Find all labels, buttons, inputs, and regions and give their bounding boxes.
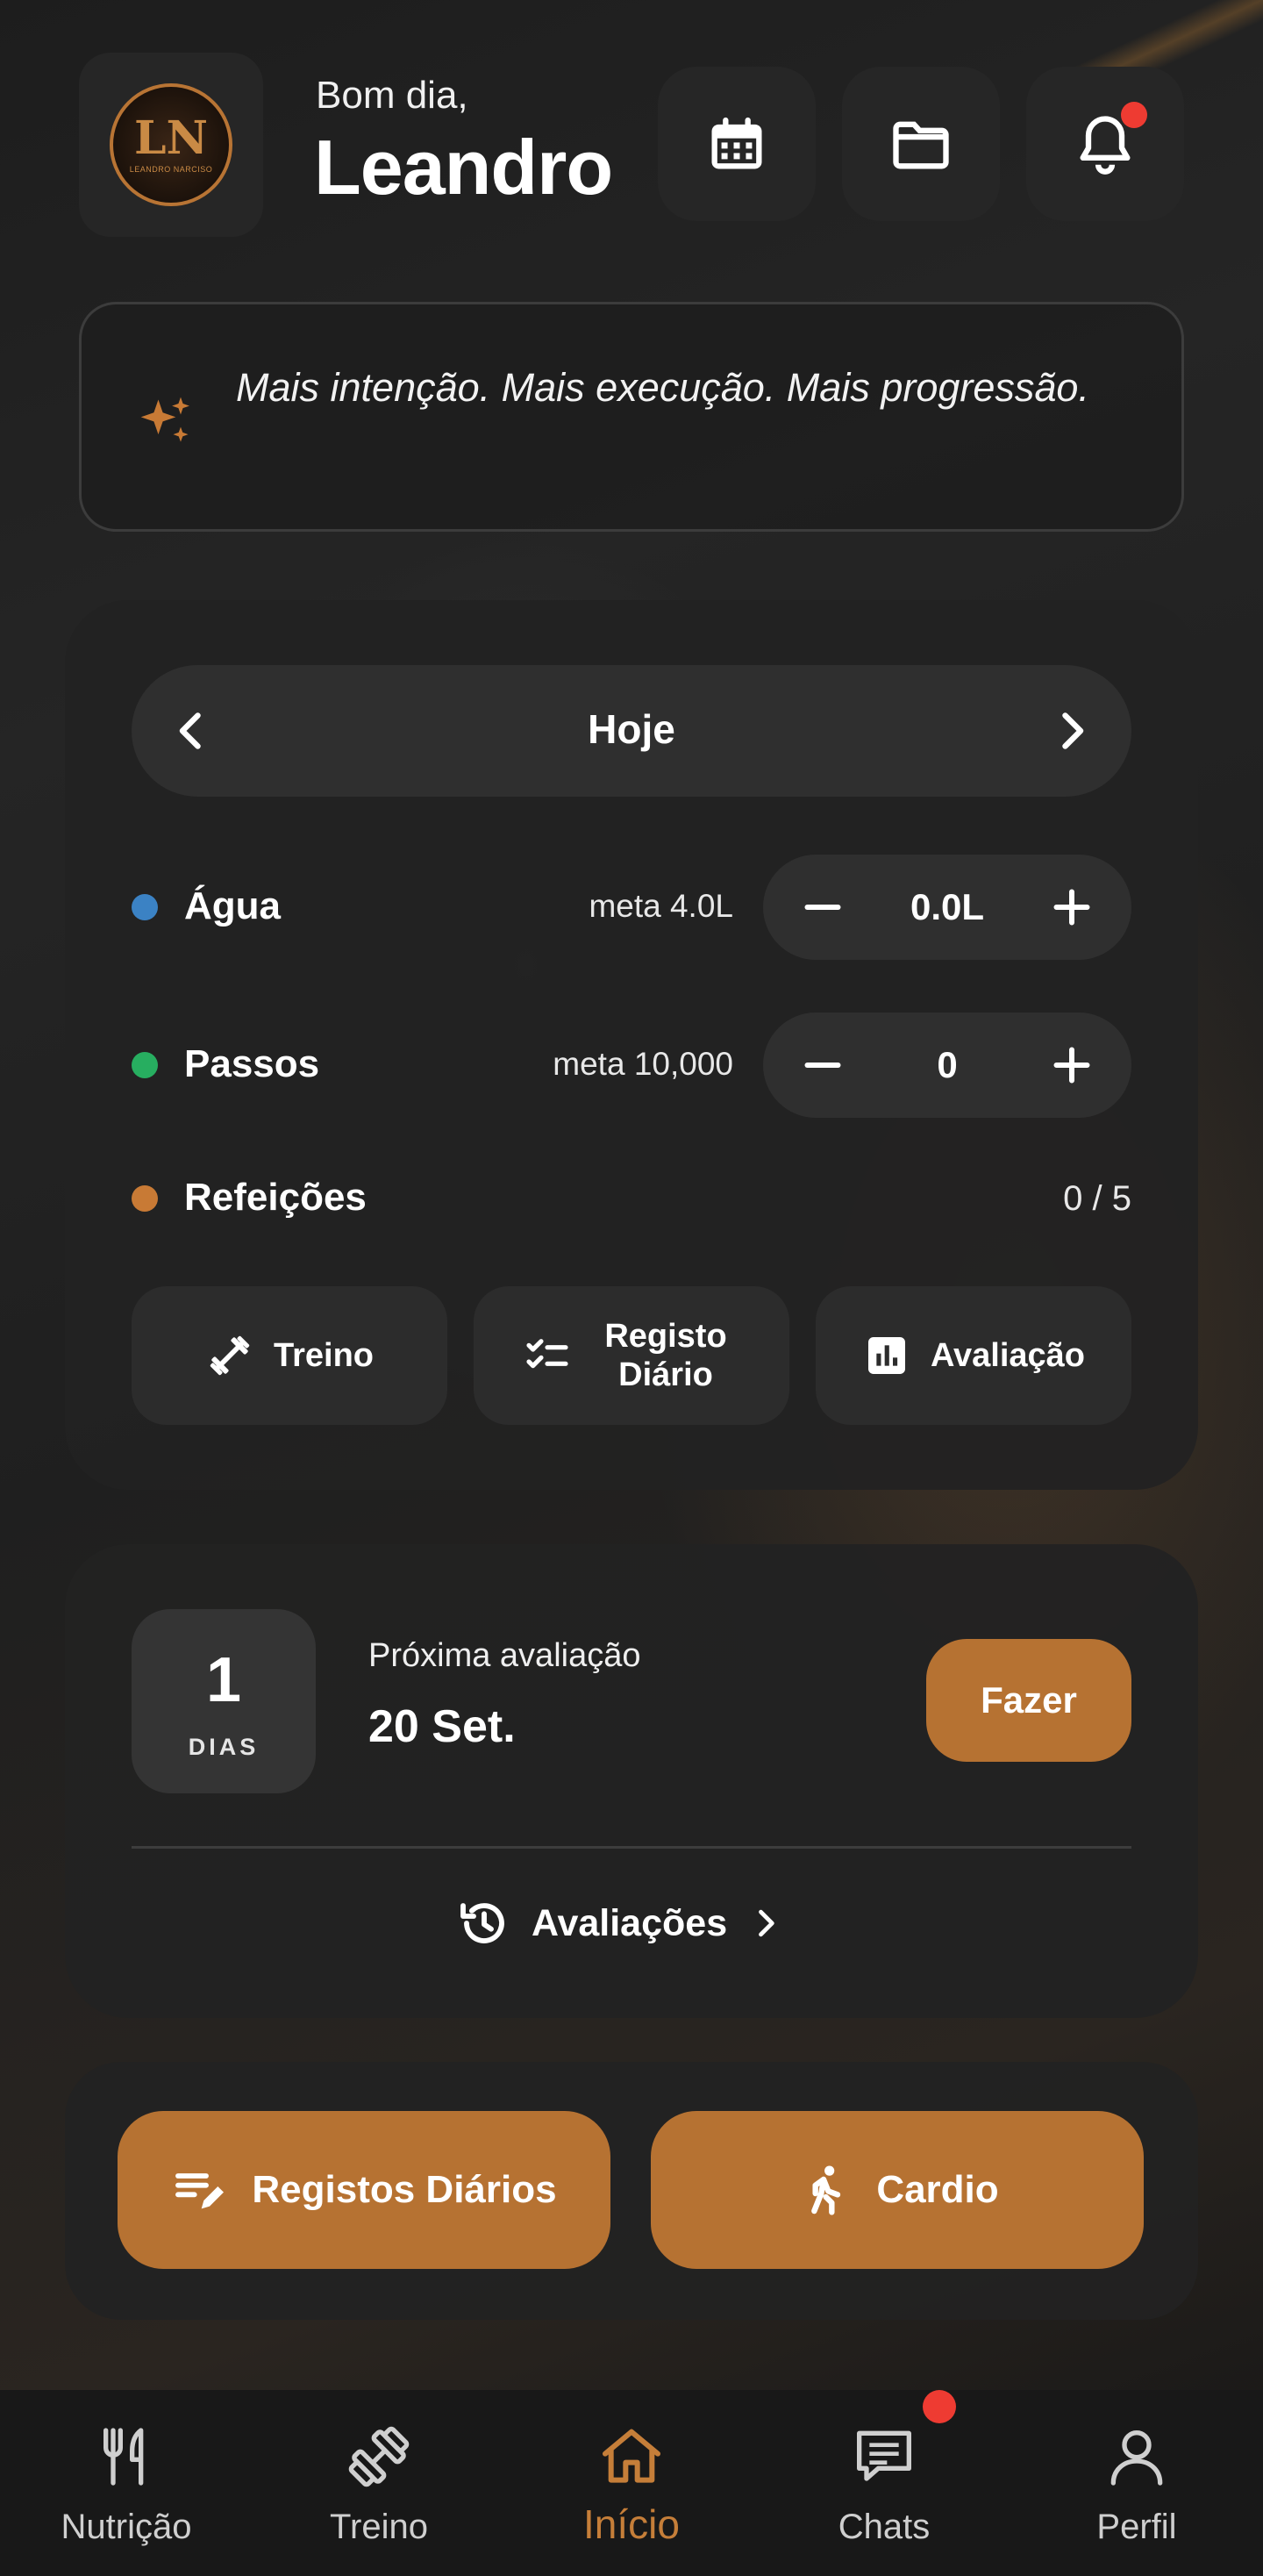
- steps-increase-button[interactable]: [1045, 1039, 1098, 1091]
- water-label: Água: [184, 884, 281, 927]
- steps-goal: meta 10,000: [553, 1046, 733, 1082]
- water-goal: meta 4.0L: [589, 888, 733, 924]
- treino-button[interactable]: Treino: [132, 1286, 447, 1425]
- registos-diarios-label: Registos Diários: [252, 2168, 557, 2211]
- logo-wordmark: LEANDRO NARCISO: [129, 165, 213, 174]
- steps-stepper: 0: [763, 1013, 1131, 1118]
- steps-label: Passos: [184, 1042, 320, 1085]
- registos-diarios-button[interactable]: Registos Diários: [118, 2111, 610, 2269]
- nav-nutricao-label: Nutrição: [61, 2508, 192, 2546]
- chats-notification-dot: [923, 2390, 956, 2423]
- meals-dot: [132, 1185, 158, 1212]
- fazer-button[interactable]: Fazer: [926, 1639, 1131, 1762]
- nav-perfil[interactable]: Perfil: [1010, 2422, 1263, 2547]
- nav-treino[interactable]: Treino: [253, 2422, 505, 2547]
- calendar-icon: [711, 117, 762, 169]
- home-icon: [603, 2429, 660, 2483]
- divider: [132, 1846, 1131, 1849]
- folder-button[interactable]: [842, 67, 1000, 221]
- water-dot: [132, 894, 158, 920]
- checklist-icon: [526, 1339, 568, 1369]
- running-icon: [811, 2165, 841, 2215]
- nav-chats[interactable]: Chats: [758, 2422, 1010, 2547]
- registo-diario-button[interactable]: Registo Diário: [474, 1286, 789, 1425]
- fork-knife-icon: [103, 2428, 144, 2486]
- nav-inicio[interactable]: Início: [505, 2422, 758, 2548]
- meals-label: Refeições: [184, 1176, 367, 1219]
- edit-notes-icon: [175, 2173, 225, 2209]
- avaliacao-label: Avaliação: [930, 1337, 1086, 1374]
- cardio-label: Cardio: [876, 2168, 999, 2211]
- cardio-button[interactable]: Cardio: [651, 2111, 1144, 2269]
- water-increase-button[interactable]: [1045, 881, 1098, 934]
- next-day-button[interactable]: [1045, 705, 1098, 757]
- user-name: Leandro: [314, 124, 613, 211]
- history-icon: [460, 1903, 504, 1943]
- user-icon: [1110, 2430, 1163, 2486]
- avaliacoes-link[interactable]: Avaliações: [456, 1895, 785, 1951]
- day-selector: Hoje: [132, 665, 1131, 797]
- chat-icon: [857, 2430, 911, 2481]
- nav-perfil-label: Perfil: [1096, 2508, 1177, 2546]
- current-day-label: Hoje: [588, 706, 675, 752]
- bar-chart-icon: [867, 1337, 905, 1374]
- notifications-button[interactable]: [1026, 67, 1184, 221]
- days-count: 1: [205, 1645, 242, 1715]
- next-evaluation-date: 20 Set.: [368, 1701, 516, 1752]
- sparkles-icon: [140, 397, 189, 442]
- notification-dot: [1121, 102, 1147, 128]
- bottom-navigation: Nutrição Treino Início Chats Perfil: [0, 2390, 1263, 2576]
- calendar-button[interactable]: [658, 67, 816, 221]
- next-evaluation-label: Próxima avaliação: [368, 1637, 641, 1674]
- registo-diario-label: Registo Diário: [604, 1318, 727, 1393]
- nav-nutricao[interactable]: Nutrição: [0, 2422, 253, 2547]
- motivation-banner: Mais intenção. Mais execução. Mais progr…: [79, 302, 1184, 532]
- greeting: Bom dia,: [316, 74, 468, 117]
- dumbbell-icon: [348, 2426, 410, 2487]
- water-stepper: 0.0L: [763, 855, 1131, 960]
- treino-label: Treino: [273, 1337, 375, 1374]
- folder-icon: [893, 121, 949, 169]
- logo-badge: LN LEANDRO NARCISO: [79, 53, 263, 237]
- days-label: DIAS: [188, 1734, 260, 1760]
- brand-logo: LN LEANDRO NARCISO: [110, 83, 232, 206]
- chevron-right-icon: [759, 1909, 774, 1937]
- fitness-icon: [210, 1335, 250, 1376]
- meals-count: 0 / 5: [1063, 1179, 1131, 1218]
- nav-treino-label: Treino: [330, 2508, 428, 2546]
- nav-chats-label: Chats: [838, 2508, 931, 2546]
- steps-dot: [132, 1052, 158, 1078]
- motivation-text: Mais intenção. Mais execução. Mais progr…: [236, 365, 1089, 410]
- logo-monogram: LN: [133, 111, 209, 165]
- avaliacoes-label: Avaliações: [532, 1901, 728, 1944]
- days-countdown: 1 DIAS: [132, 1609, 316, 1793]
- avaliacao-button[interactable]: Avaliação: [816, 1286, 1131, 1425]
- nav-inicio-label: Início: [583, 2501, 680, 2547]
